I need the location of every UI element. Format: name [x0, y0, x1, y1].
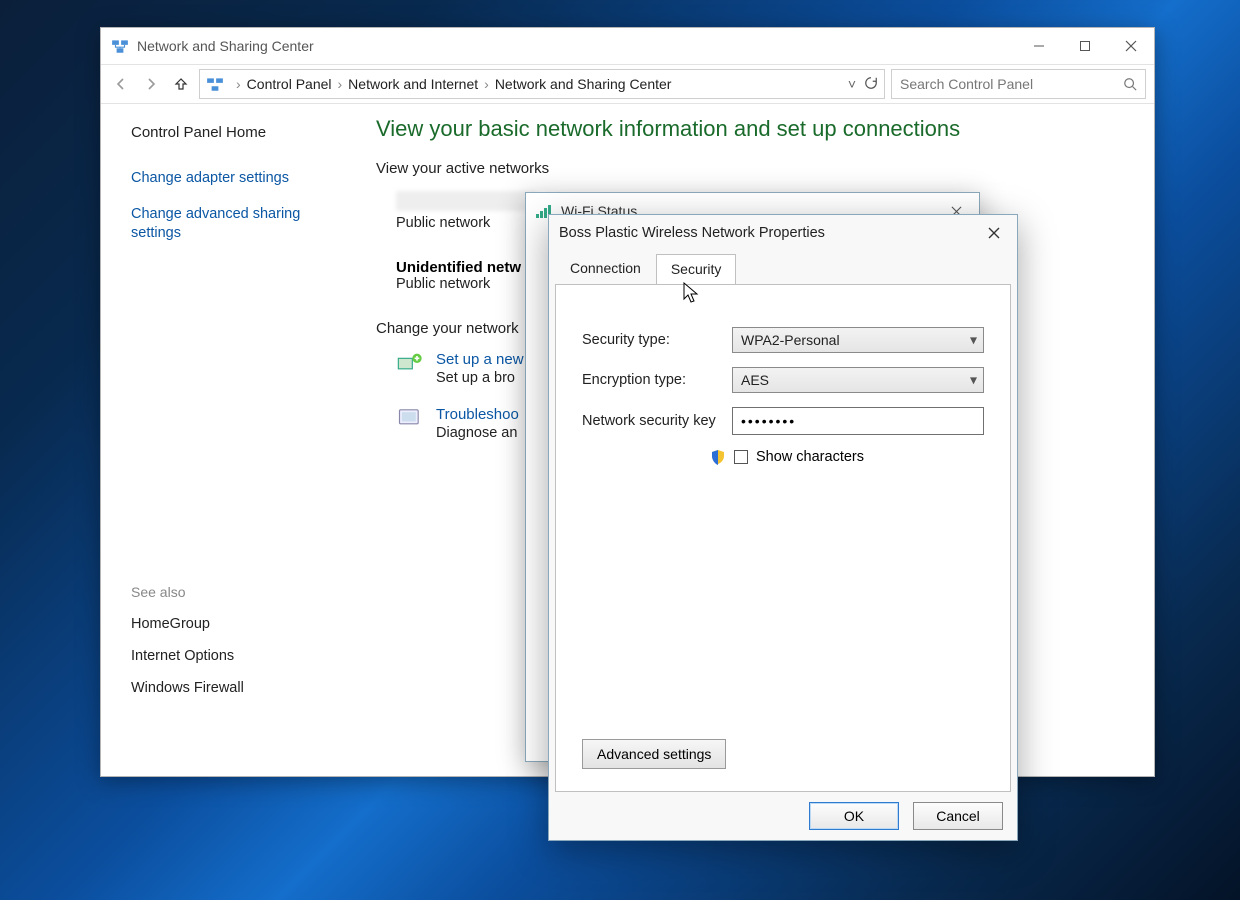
main-window-title: Network and Sharing Center [137, 38, 314, 54]
active-networks-heading: View your active networks [376, 160, 1134, 177]
search-input[interactable]: Search Control Panel [891, 69, 1146, 99]
wireless-properties-dialog: Boss Plastic Wireless Network Properties… [548, 214, 1018, 841]
homegroup-link[interactable]: HomeGroup [131, 616, 336, 632]
troubleshoot-link[interactable]: Troubleshoo [436, 406, 519, 423]
nav-up-button[interactable] [169, 72, 193, 96]
cancel-button[interactable]: Cancel [913, 802, 1003, 830]
see-also-heading: See also [131, 584, 336, 600]
ok-button[interactable]: OK [809, 802, 899, 830]
network-center-icon [111, 37, 129, 55]
tab-strip: Connection Security [549, 253, 1017, 284]
search-placeholder: Search Control Panel [900, 76, 1033, 92]
change-adapter-settings-link[interactable]: Change adapter settings [131, 169, 336, 189]
nav-back-button[interactable] [109, 72, 133, 96]
security-type-value: WPA2-Personal [741, 332, 840, 348]
control-panel-home-link[interactable]: Control Panel Home [131, 124, 336, 141]
chevron-right-icon: › [338, 76, 343, 92]
network-security-key-input[interactable] [732, 407, 984, 435]
chevron-right-icon: › [484, 76, 489, 92]
navigation-bar: › Control Panel › Network and Internet ›… [101, 64, 1154, 104]
setup-connection-desc: Set up a bro [436, 370, 524, 386]
network-key-label: Network security key [582, 413, 732, 429]
show-characters-checkbox[interactable] [734, 450, 748, 464]
troubleshoot-icon [396, 406, 424, 430]
page-heading: View your basic network information and … [376, 116, 1134, 142]
sidebar: Control Panel Home Change adapter settin… [101, 104, 356, 776]
main-titlebar: Network and Sharing Center [101, 28, 1154, 64]
chevron-down-icon: ▾ [970, 332, 977, 349]
change-advanced-sharing-link[interactable]: Change advanced sharing settings [131, 205, 336, 244]
security-type-label: Security type: [582, 332, 732, 348]
advanced-settings-button[interactable]: Advanced settings [582, 739, 726, 769]
breadcrumb-control-panel[interactable]: Control Panel [247, 76, 332, 92]
properties-close-button[interactable] [971, 218, 1017, 248]
properties-dialog-title: Boss Plastic Wireless Network Properties [559, 225, 825, 241]
show-characters-label: Show characters [756, 449, 864, 465]
address-icon [206, 75, 224, 93]
uac-shield-icon [710, 449, 726, 465]
chevron-down-icon: ▾ [970, 372, 977, 389]
nav-forward-button[interactable] [139, 72, 163, 96]
close-button[interactable] [1108, 31, 1154, 61]
tab-connection[interactable]: Connection [555, 253, 656, 284]
refresh-icon[interactable] [864, 76, 878, 90]
network-name-redacted [396, 191, 536, 211]
security-tab-panel: Security type: WPA2-Personal ▾ Encryptio… [555, 284, 1011, 792]
internet-options-link[interactable]: Internet Options [131, 648, 336, 664]
breadcrumb-network-internet[interactable]: Network and Internet [348, 76, 478, 92]
security-type-combo[interactable]: WPA2-Personal ▾ [732, 327, 984, 353]
setup-new-connection-link[interactable]: Set up a new [436, 351, 524, 368]
windows-firewall-link[interactable]: Windows Firewall [131, 680, 336, 696]
search-icon [1123, 77, 1137, 91]
maximize-button[interactable] [1062, 31, 1108, 61]
breadcrumb-network-sharing[interactable]: Network and Sharing Center [495, 76, 672, 92]
encryption-type-combo[interactable]: AES ▾ [732, 367, 984, 393]
chevron-right-icon: › [236, 76, 241, 92]
address-bar[interactable]: › Control Panel › Network and Internet ›… [199, 69, 885, 99]
encryption-type-value: AES [741, 372, 769, 388]
tab-security[interactable]: Security [656, 254, 737, 285]
address-dropdown-icon[interactable]: ˅ [848, 76, 856, 92]
minimize-button[interactable] [1016, 31, 1062, 61]
encryption-type-label: Encryption type: [582, 372, 732, 388]
setup-connection-icon [396, 351, 424, 375]
troubleshoot-desc: Diagnose an [436, 425, 519, 441]
